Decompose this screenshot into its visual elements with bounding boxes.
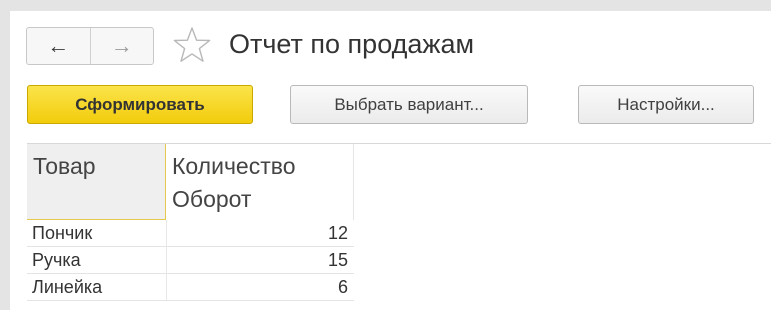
column-header-quantity-label: Количество [172,153,296,179]
table-row[interactable]: Ручка 15 [27,247,354,274]
column-header-item[interactable]: Товар [27,144,166,220]
history-navigation: ← → [26,27,154,65]
page-title: Отчет по продажам [229,29,475,59]
window-frame-left [0,0,10,310]
report-header: Товар Количество Оборот [27,144,354,220]
row-quantity: 6 [337,277,348,297]
report-rows: Пончик 12 Ручка 15 Линейка 6 [27,220,354,301]
table-row[interactable]: Линейка 6 [27,274,354,301]
column-divider [166,274,167,300]
window-frame-top [0,0,771,11]
report-table: Товар Количество Оборот Пончик 12 Ручка … [27,144,354,310]
settings-button[interactable]: Настройки... [578,85,754,124]
star-outline-icon[interactable] [172,25,212,65]
column-divider [166,220,167,246]
row-quantity: 15 [327,250,348,270]
table-row[interactable]: Пончик 12 [27,220,354,247]
column-header-quantity[interactable]: Количество Оборот [166,144,354,220]
forward-button[interactable]: → [91,28,154,64]
row-item-name: Ручка [32,250,81,270]
generate-report-button[interactable]: Сформировать [27,85,253,124]
choose-variant-button[interactable]: Выбрать вариант... [290,85,528,124]
column-header-item-label: Товар [33,153,96,179]
row-item-name: Линейка [32,277,103,297]
row-item-name: Пончик [32,223,93,243]
back-button[interactable]: ← [27,28,91,64]
arrow-right-icon: → [110,33,133,58]
column-header-turnover-label: Оборот [172,186,252,212]
row-quantity: 12 [327,223,348,243]
arrow-left-icon: ← [47,33,70,58]
column-divider [166,247,167,273]
